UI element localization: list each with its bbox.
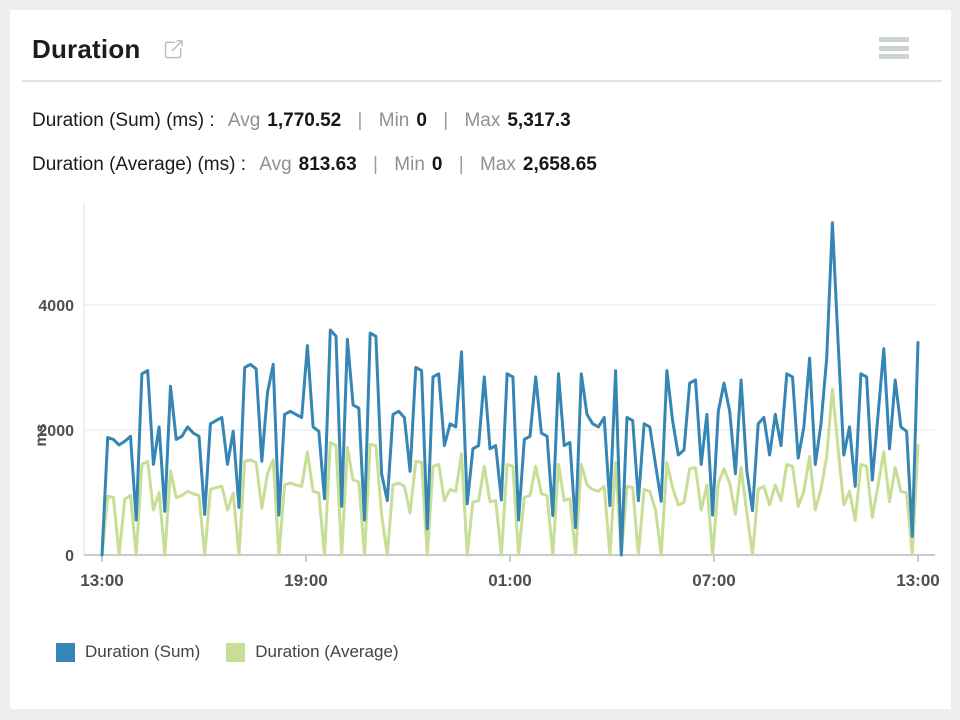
min-label: Min bbox=[394, 154, 425, 175]
avg-label: Avg bbox=[259, 154, 291, 175]
y-tick-label: 4000 bbox=[38, 298, 74, 315]
min-label: Min bbox=[379, 110, 410, 131]
widget-title: Duration bbox=[32, 34, 140, 65]
avg-value: 813.63 bbox=[299, 154, 357, 175]
menu-icon[interactable] bbox=[879, 37, 909, 59]
max-label: Max bbox=[480, 154, 516, 175]
legend-label-sum: Duration (Sum) bbox=[85, 642, 200, 662]
line-chart-canvas[interactable]: 13:0019:0001:0007:0013:00020004000ms bbox=[10, 195, 951, 615]
x-tick-label: 13:00 bbox=[80, 571, 123, 590]
stat-label: Duration (Sum) (ms) : bbox=[32, 110, 215, 131]
menu-bar bbox=[879, 46, 909, 51]
stats-row-average: Duration (Average) (ms) : Avg 813.63 | Mi… bbox=[32, 154, 597, 176]
avg-value: 1,770.52 bbox=[267, 110, 341, 131]
chart-legend: Duration (Sum) Duration (Average) bbox=[56, 642, 399, 662]
menu-bar bbox=[879, 37, 909, 42]
y-axis-title: ms bbox=[33, 423, 50, 446]
max-label: Max bbox=[464, 110, 500, 131]
min-value: 0 bbox=[432, 154, 443, 175]
max-value: 5,317.3 bbox=[507, 110, 570, 131]
menu-bar bbox=[879, 54, 909, 59]
y-tick-label: 0 bbox=[65, 548, 74, 565]
chart-widget-card: Duration Duration (Sum) (ms) : Avg 1,770.… bbox=[10, 10, 951, 709]
chart-area: 13:0019:0001:0007:0013:00020004000ms bbox=[10, 195, 951, 615]
separator: | bbox=[443, 110, 448, 131]
x-tick-label: 01:00 bbox=[488, 571, 531, 590]
min-value: 0 bbox=[416, 110, 427, 131]
legend-swatch-average bbox=[226, 643, 245, 662]
avg-label: Avg bbox=[228, 110, 260, 131]
separator: | bbox=[373, 154, 378, 175]
series-line-sum bbox=[102, 223, 918, 555]
legend-swatch-sum bbox=[56, 643, 75, 662]
x-tick-label: 19:00 bbox=[284, 571, 327, 590]
separator: | bbox=[358, 110, 363, 131]
external-link-icon[interactable] bbox=[162, 38, 185, 61]
x-tick-label: 13:00 bbox=[896, 571, 939, 590]
separator: | bbox=[459, 154, 464, 175]
max-value: 2,658.65 bbox=[523, 154, 597, 175]
legend-item-sum[interactable]: Duration (Sum) bbox=[56, 642, 200, 662]
dashboard-background: { "header": { "title": "Duration", "icon… bbox=[0, 0, 960, 720]
stat-label: Duration (Average) (ms) : bbox=[32, 154, 246, 175]
header-divider bbox=[22, 80, 942, 82]
legend-label-average: Duration (Average) bbox=[255, 642, 398, 662]
x-tick-label: 07:00 bbox=[692, 571, 735, 590]
stats-row-sum: Duration (Sum) (ms) : Avg 1,770.52 | Min 0… bbox=[32, 110, 571, 132]
legend-item-average[interactable]: Duration (Average) bbox=[226, 642, 398, 662]
